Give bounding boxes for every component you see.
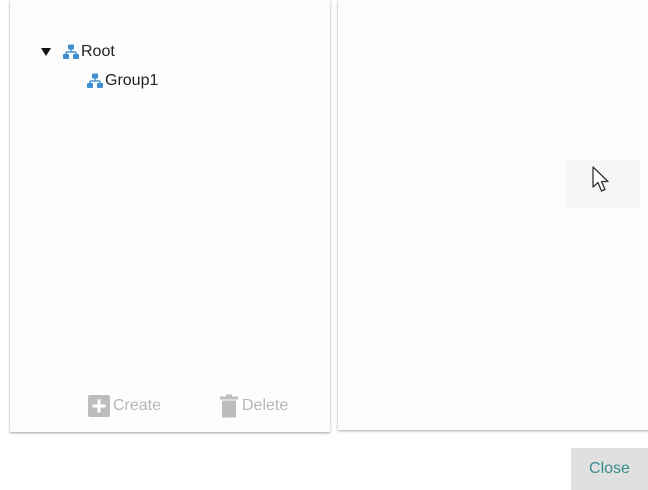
create-label: Create — [113, 397, 162, 414]
delete-label: Delete — [242, 397, 289, 414]
close-button[interactable]: Close — [571, 448, 648, 490]
details-panel — [338, 0, 648, 430]
tree-node-group1[interactable]: Group1 — [10, 67, 330, 95]
tree-node-label: Root — [81, 43, 115, 60]
group-icon — [86, 72, 104, 90]
tree-node-label: Group1 — [105, 72, 159, 89]
tree-node-root[interactable]: Root — [10, 38, 330, 66]
tree-panel: Root Group1 Create Delete — [10, 0, 330, 432]
group-tree: Root Group1 — [10, 38, 330, 95]
create-button[interactable]: Create — [88, 392, 161, 420]
group-icon — [62, 43, 80, 61]
plus-icon — [88, 395, 110, 417]
trash-icon — [219, 394, 239, 418]
expand-toggle-icon[interactable] — [39, 47, 53, 57]
mouse-cursor-icon — [592, 166, 609, 192]
tree-actions: Create Delete — [10, 392, 330, 420]
dialog: Root Group1 Create Delete Close — [0, 0, 648, 490]
delete-button[interactable]: Delete — [219, 392, 288, 420]
